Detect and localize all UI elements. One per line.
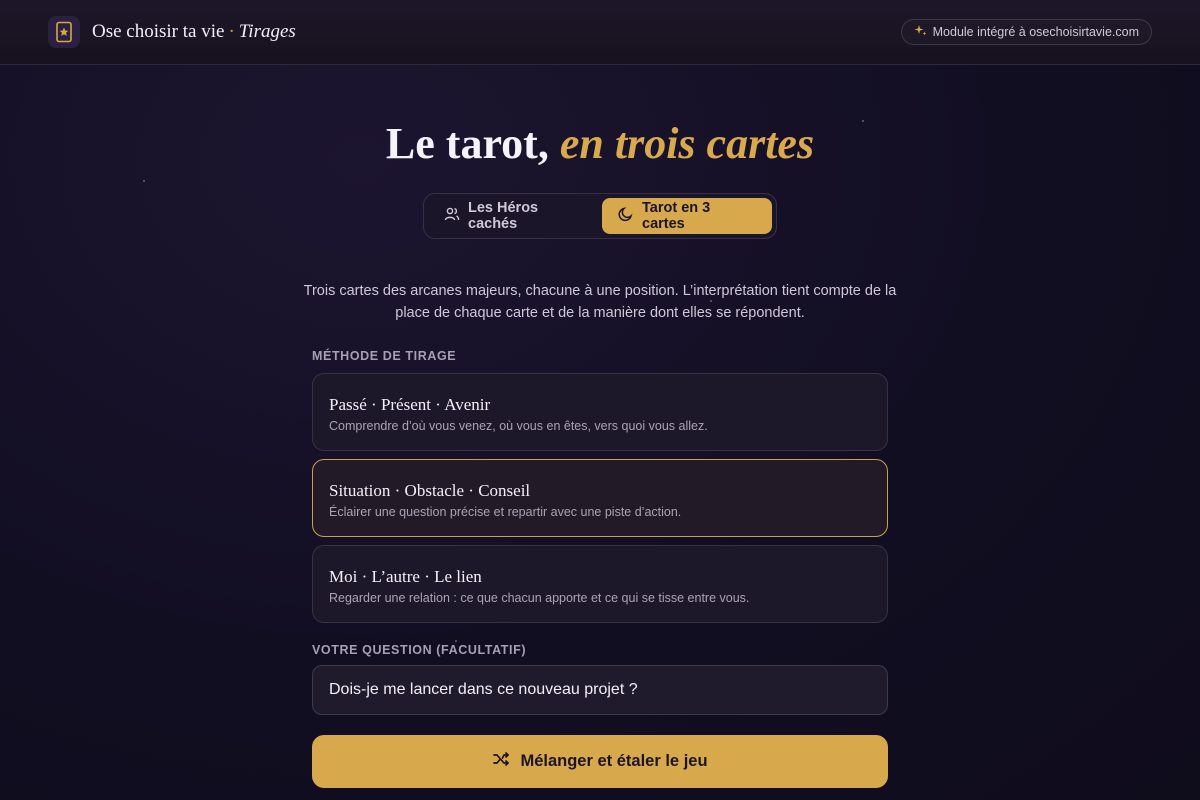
method-option-passe-present-avenir[interactable]: Passé · Présent · Avenir Comprendre d’où…: [312, 373, 888, 451]
shuffle-icon: [492, 750, 510, 773]
moon-icon: [618, 206, 634, 226]
mode-tabs: Les Héros cachés Tarot en 3 cartes: [423, 193, 777, 239]
top-bar: Ose choisir ta vie · Tirages Module intégr…: [0, 0, 1200, 65]
methods-label: MÉTHODE DE TIRAGE: [312, 349, 457, 363]
intro-text: Trois cartes des arcanes majeurs, chacun…: [303, 283, 897, 321]
method-description: Regarder une relation : ce que chacun ap…: [329, 591, 750, 605]
method-description: Comprendre d’où vous venez, où vous en ê…: [329, 419, 708, 433]
tab-heros-caches[interactable]: Les Héros cachés: [428, 198, 596, 234]
shuffle-button-label: Mélanger et étaler le jeu: [520, 752, 708, 770]
method-title: Passé · Présent · Avenir: [329, 395, 491, 414]
brand-separator: ·: [228, 21, 235, 42]
method-option-moi-autre-lien[interactable]: Moi · L’autre · Le lien Regarder une rel…: [312, 545, 888, 623]
brand[interactable]: Ose choisir ta vie · Tirages: [48, 16, 296, 48]
tarot-card-icon: [48, 16, 80, 48]
brand-subtitle: Tirages: [238, 21, 296, 42]
brand-name: Ose choisir ta vie: [92, 21, 225, 42]
shuffle-button[interactable]: Mélanger et étaler le jeu: [312, 735, 888, 788]
brand-title: Ose choisir ta vie · Tirages: [92, 21, 296, 43]
question-label: VOTRE QUESTION (FACULTATIF): [312, 643, 527, 657]
tab-label: Tarot en 3 cartes: [642, 200, 711, 232]
users-icon: [444, 206, 460, 226]
integration-badge[interactable]: Module intégré à osechoisirtavie.com: [900, 19, 1152, 45]
page-title: Le tarot, en trois cartes: [0, 118, 1200, 169]
sparkles-icon: [914, 24, 927, 40]
tab-label: Les Héros cachés: [468, 200, 539, 232]
tab-tarot-3-cartes[interactable]: Tarot en 3 cartes: [602, 198, 772, 234]
title-main: Le tarot,: [385, 119, 549, 168]
method-title: Situation · Obstacle · Conseil: [329, 481, 531, 500]
badge-text: Module intégré à osechoisirtavie.com: [932, 25, 1139, 39]
method-option-situation-obstacle-conseil[interactable]: Situation · Obstacle · Conseil Éclairer …: [312, 459, 888, 537]
method-description: Éclairer une question précise et reparti…: [329, 505, 682, 519]
title-accent: en trois cartes: [559, 119, 815, 168]
question-input[interactable]: [312, 665, 888, 715]
method-title: Moi · L’autre · Le lien: [329, 567, 482, 586]
